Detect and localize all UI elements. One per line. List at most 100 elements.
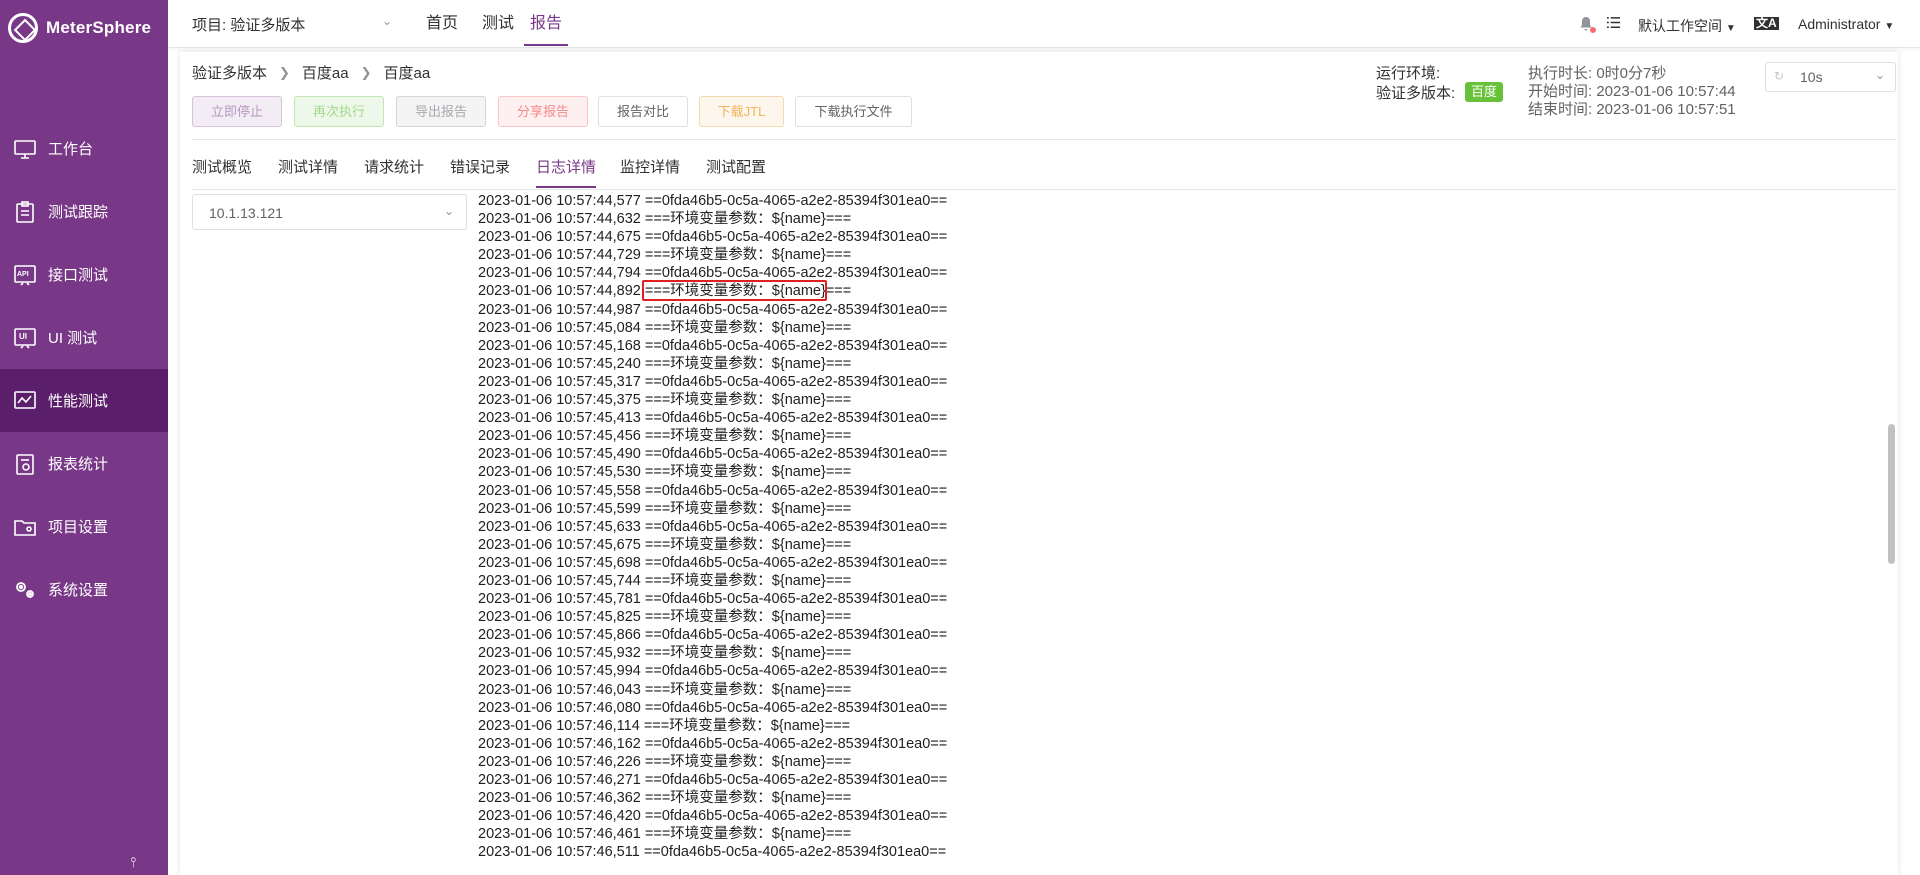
sidebar-item-label: UI 测试 bbox=[48, 330, 98, 347]
sidebar-item-report-stats[interactable]: 报表统计 bbox=[0, 432, 168, 495]
caret-down-icon: ▼ bbox=[1884, 21, 1895, 32]
env-project-name: 验证多版本: bbox=[1376, 85, 1456, 102]
log-line: 2023-01-06 10:57:45,633 ==0fda46b5-0c5a-… bbox=[478, 518, 948, 535]
end-time-value: 2023-01-06 10:57:51 bbox=[1596, 101, 1736, 118]
tab-log-details[interactable]: 日志详情 bbox=[536, 156, 597, 188]
log-line: 2023-01-06 10:57:45,994 ==0fda46b5-0c5a-… bbox=[478, 663, 948, 680]
breadcrumb-item[interactable]: 百度aa bbox=[302, 62, 349, 83]
sidebar-item-test-track[interactable]: 测试跟踪 bbox=[0, 180, 168, 243]
highlight-box bbox=[642, 280, 827, 301]
sidebar-item-performance-test[interactable]: 性能测试 bbox=[0, 369, 168, 432]
log-line: 2023-01-06 10:57:46,271 ==0fda46b5-0c5a-… bbox=[478, 772, 948, 788]
chevron-right-icon: ❯ bbox=[360, 64, 372, 80]
log-line: 2023-01-06 10:57:45,781 ==0fda46b5-0c5a-… bbox=[478, 591, 948, 608]
tab-monitor-details[interactable]: 监控详情 bbox=[620, 156, 680, 188]
tab-request-stats[interactable]: 请求统计 bbox=[364, 156, 424, 188]
pin-icon[interactable]: ⫯ bbox=[130, 854, 136, 871]
refresh-interval-select[interactable]: ↻ 10s ⌄ bbox=[1765, 62, 1896, 92]
chevron-right-icon: ❯ bbox=[279, 64, 290, 80]
log-line: 2023-01-06 10:57:46,420 ==0fda46b5-0c5a-… bbox=[478, 808, 948, 825]
log-line: 2023-01-06 10:57:46,461 ===环境变量参数：${name… bbox=[478, 826, 852, 843]
log-line: 2023-01-06 10:57:46,043 ===环境变量参数：${name… bbox=[478, 681, 852, 698]
compare-report-button[interactable]: 报告对比 bbox=[598, 96, 688, 127]
stop-button[interactable]: 立即停止 bbox=[192, 96, 282, 127]
bell-icon[interactable] bbox=[1578, 16, 1596, 33]
log-line: 2023-01-06 10:57:46,080 ==0fda46b5-0c5a-… bbox=[478, 699, 948, 716]
log-line: 2023-01-06 10:57:46,114 ===环境变量参数：${name… bbox=[478, 717, 851, 734]
download-exec-file-button[interactable]: 下载执行文件 bbox=[795, 96, 912, 127]
chevron-down-icon: ⌄ bbox=[1874, 68, 1885, 82]
breadcrumb-item[interactable]: 验证多版本 bbox=[192, 62, 267, 83]
clipboard-icon bbox=[12, 200, 38, 224]
sidebar-item-api-test[interactable]: API 接口测试 bbox=[0, 243, 168, 306]
sidebar-item-ui-test[interactable]: UI UI 测试 bbox=[0, 306, 168, 369]
tab-error-records[interactable]: 错误记录 bbox=[450, 156, 510, 188]
tab-test-config[interactable]: 测试配置 bbox=[706, 156, 766, 188]
log-line: 2023-01-06 10:57:45,866 ==0fda46b5-0c5a-… bbox=[478, 627, 948, 644]
log-line: 2023-01-06 10:57:46,226 ===环境变量参数：${name… bbox=[478, 753, 852, 770]
refresh-interval-value: 10s bbox=[1800, 69, 1823, 85]
top-header: 项目: 验证多版本 ⌄ 首页 测试 报告 默认工作空间 ▼ 文A Adminis… bbox=[168, 0, 1920, 48]
sidebar-item-label: 报表统计 bbox=[48, 456, 109, 473]
sidebar: MeterSphere 工作台 测试跟踪 API 接口测试 UI UI 测试 性… bbox=[0, 0, 168, 875]
user-menu[interactable]: Administrator ▼ bbox=[1798, 16, 1894, 32]
report-icon bbox=[12, 452, 38, 476]
language-icon[interactable]: 文A bbox=[1754, 17, 1779, 30]
notification-dot bbox=[1590, 27, 1596, 33]
top-tab-home[interactable]: 首页 bbox=[426, 0, 458, 46]
log-line: 2023-01-06 10:57:44,577 ==0fda46b5-0c5a-… bbox=[478, 193, 948, 209]
sidebar-item-system-settings[interactable]: 系统设置 bbox=[0, 558, 168, 621]
top-tab-test[interactable]: 测试 bbox=[482, 0, 514, 46]
divider bbox=[192, 139, 1896, 140]
ui-icon: UI bbox=[12, 326, 38, 350]
log-line: 2023-01-06 10:57:45,084 ===环境变量参数：${name… bbox=[478, 319, 852, 336]
user-name: Administrator bbox=[1798, 16, 1881, 32]
app-logo[interactable]: MeterSphere bbox=[8, 10, 151, 46]
rerun-button[interactable]: 再次执行 bbox=[294, 96, 384, 127]
log-output: 2023-01-06 10:57:44,577 ==0fda46b5-0c5a-… bbox=[478, 192, 1868, 875]
svg-text:UI: UI bbox=[19, 332, 27, 341]
project-selector[interactable]: 项目: 验证多版本 bbox=[192, 14, 305, 35]
log-line: 2023-01-06 10:57:46,511 ==0fda46b5-0c5a-… bbox=[478, 844, 947, 861]
sidebar-item-label: 接口测试 bbox=[48, 267, 109, 284]
sidebar-item-label: 系统设置 bbox=[48, 582, 109, 599]
log-line: 2023-01-06 10:57:44,987 ==0fda46b5-0c5a-… bbox=[478, 301, 948, 318]
workspace-selector[interactable]: 默认工作空间 ▼ bbox=[1638, 16, 1736, 36]
log-line: 2023-01-06 10:57:45,825 ===环境变量参数：${name… bbox=[478, 609, 852, 626]
download-jtl-button[interactable]: 下载JTL bbox=[699, 96, 784, 127]
log-line: 2023-01-06 10:57:45,744 ===环境变量参数：${name… bbox=[478, 572, 852, 589]
sidebar-item-project-settings[interactable]: 项目设置 bbox=[0, 495, 168, 558]
node-select-value: 10.1.13.121 bbox=[209, 205, 283, 221]
breadcrumb-item: 百度aa bbox=[383, 65, 431, 82]
breadcrumb: 验证多版本 ❯ 百度aa ❯ 百度aa bbox=[192, 62, 430, 83]
sidebar-item-label: 项目设置 bbox=[48, 519, 109, 536]
divider bbox=[192, 189, 1896, 190]
log-line: 2023-01-06 10:57:45,698 ==0fda46b5-0c5a-… bbox=[478, 554, 948, 571]
top-tab-report[interactable]: 报告 bbox=[524, 0, 569, 46]
tab-overview[interactable]: 测试概览 bbox=[192, 156, 252, 188]
log-line: 2023-01-06 10:57:45,413 ==0fda46b5-0c5a-… bbox=[478, 410, 948, 427]
task-list-icon[interactable] bbox=[1606, 15, 1621, 33]
chevron-down-icon[interactable]: ⌄ bbox=[382, 14, 392, 28]
log-line: 2023-01-06 10:57:45,375 ===环境变量参数：${name… bbox=[478, 392, 852, 409]
folder-settings-icon bbox=[12, 515, 38, 539]
end-time-label: 结束时间: bbox=[1528, 101, 1593, 118]
log-line: 2023-01-06 10:57:45,240 ===环境变量参数：${name… bbox=[478, 355, 852, 372]
node-select[interactable]: 10.1.13.121 ⌄ bbox=[192, 194, 467, 230]
sidebar-item-workbench[interactable]: 工作台 bbox=[0, 117, 168, 180]
export-report-button[interactable]: 导出报告 bbox=[396, 96, 486, 127]
logo-icon bbox=[8, 13, 38, 43]
log-line: 2023-01-06 10:57:45,490 ==0fda46b5-0c5a-… bbox=[478, 446, 948, 463]
log-scrollbar[interactable] bbox=[1888, 424, 1895, 564]
tab-test-details[interactable]: 测试详情 bbox=[278, 156, 338, 188]
workspace-label: 默认工作空间 bbox=[1638, 18, 1722, 34]
monitor-icon bbox=[12, 137, 38, 161]
share-report-button[interactable]: 分享报告 bbox=[498, 96, 588, 127]
env-label: 运行环境: bbox=[1376, 65, 1441, 82]
log-line: 2023-01-06 10:57:46,162 ==0fda46b5-0c5a-… bbox=[478, 735, 948, 752]
end-time-row: 结束时间: 2023-01-06 10:57:51 bbox=[1528, 98, 1736, 119]
gears-icon bbox=[12, 578, 38, 602]
log-line: 2023-01-06 10:57:45,558 ==0fda46b5-0c5a-… bbox=[478, 482, 948, 499]
caret-down-icon: ▼ bbox=[1725, 23, 1736, 34]
app-logo-text: MeterSphere bbox=[46, 18, 152, 37]
